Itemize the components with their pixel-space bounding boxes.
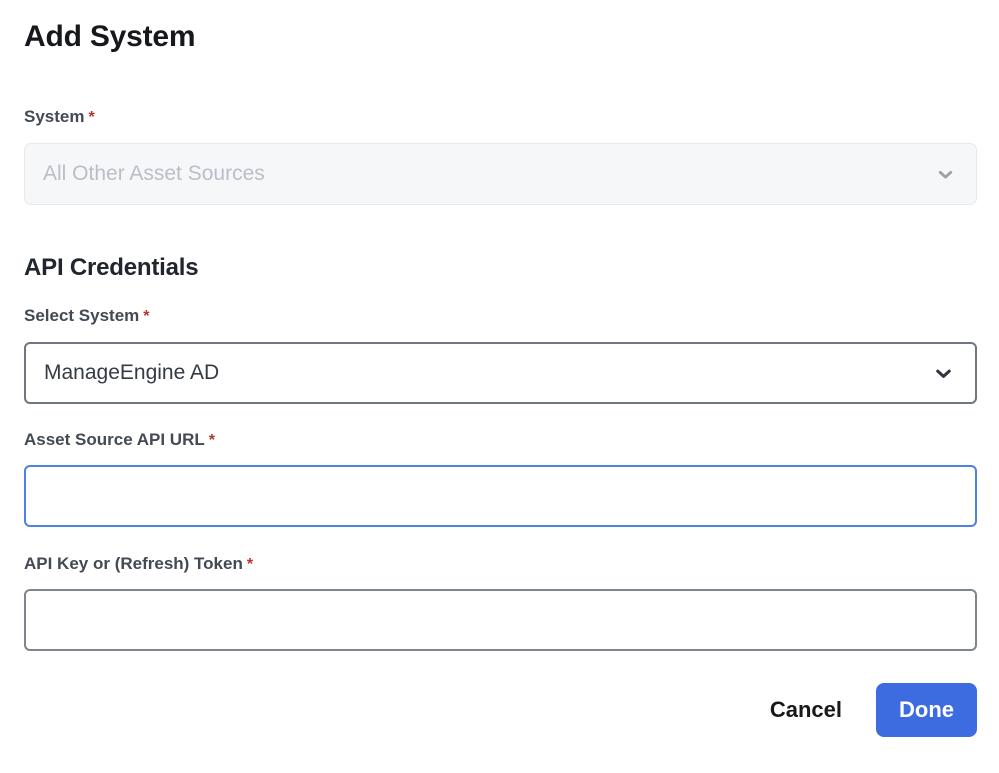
system-select-value: All Other Asset Sources — [43, 162, 265, 186]
select-system-select[interactable]: ManageEngine AD — [24, 342, 977, 404]
chevron-down-icon — [932, 362, 955, 385]
system-label: System* — [24, 108, 977, 127]
required-asterisk: * — [247, 556, 253, 573]
add-system-form: Add System System* All Other Asset Sourc… — [0, 18, 999, 773]
done-button[interactable]: Done — [876, 683, 977, 737]
form-footer: Cancel Done — [24, 683, 977, 737]
api-credentials-heading: API Credentials — [24, 253, 977, 283]
required-asterisk: * — [143, 308, 149, 325]
system-label-text: System — [24, 107, 84, 126]
select-system-value: ManageEngine AD — [44, 361, 219, 385]
asset-source-api-url-label: Asset Source API URL* — [24, 431, 977, 450]
api-key-label: API Key or (Refresh) Token* — [24, 555, 977, 574]
select-system-label: Select System* — [24, 307, 977, 326]
chevron-down-icon — [935, 164, 956, 185]
select-system-label-text: Select System — [24, 306, 139, 325]
required-asterisk: * — [88, 109, 94, 126]
required-asterisk: * — [209, 432, 215, 449]
api-key-label-text: API Key or (Refresh) Token — [24, 554, 243, 573]
asset-source-api-url-input[interactable] — [24, 465, 977, 527]
page-title: Add System — [24, 18, 977, 56]
cancel-button[interactable]: Cancel — [766, 689, 846, 731]
system-select: All Other Asset Sources — [24, 143, 977, 205]
asset-source-api-url-label-text: Asset Source API URL — [24, 430, 205, 449]
api-key-input[interactable] — [24, 589, 977, 651]
